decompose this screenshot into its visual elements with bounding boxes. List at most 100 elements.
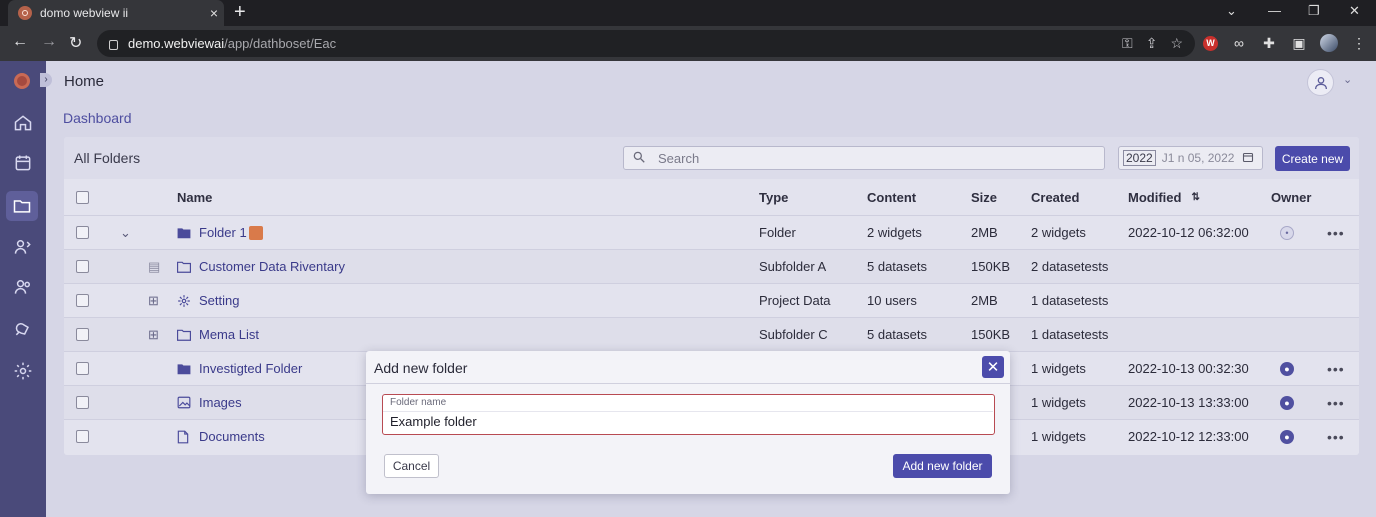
minimize-icon[interactable]: — <box>1268 3 1281 18</box>
more-actions-icon[interactable]: ••• <box>1327 216 1345 249</box>
row-checkbox[interactable] <box>76 328 89 341</box>
dialog-header: Add new folder ✕ <box>366 351 1010 384</box>
expand-icon[interactable]: ⊞ <box>148 284 159 317</box>
header-type[interactable]: Type <box>759 179 788 215</box>
row-name[interactable]: Documents <box>199 429 265 444</box>
table-row[interactable]: ⊞ Setting Project Data 10 users 2MB 1 da… <box>64 283 1359 317</box>
browser-toolbar: ← → ↻ demo.webviewai/app/dathboset/Eac ⚿… <box>0 26 1376 61</box>
row-modified: 2022-10-13 13:33:00 <box>1128 395 1249 410</box>
user-share-icon[interactable] <box>11 235 35 259</box>
row-created: 2 widgets <box>1031 225 1086 240</box>
app-sidebar: › <box>0 61 52 517</box>
users-icon[interactable] <box>11 275 35 299</box>
url-host: demo.webviewai <box>128 36 225 51</box>
reload-icon[interactable]: ↻ <box>69 33 82 53</box>
owner-avatar[interactable]: ● <box>1280 361 1294 376</box>
search-placeholder: Search <box>658 150 700 166</box>
row-checkbox[interactable] <box>76 362 89 375</box>
extension-red-icon[interactable]: W <box>1203 35 1218 51</box>
header-content[interactable]: Content <box>867 179 916 215</box>
more-actions-icon[interactable]: ••• <box>1327 420 1345 453</box>
restore-icon[interactable]: ❐ <box>1308 3 1320 19</box>
key-icon[interactable]: ⚿ <box>1122 35 1133 52</box>
row-name[interactable]: Images <box>199 395 242 410</box>
folder-nav-icon[interactable] <box>6 191 38 221</box>
date-year: 2022 <box>1123 150 1156 166</box>
row-name[interactable]: Mema List <box>199 327 259 342</box>
table-row[interactable]: ▤ Customer Data Riventary Subfolder A 5 … <box>64 249 1359 283</box>
row-name[interactable]: Setting <box>199 293 239 308</box>
field-divider <box>383 411 993 412</box>
new-tab-button[interactable]: + <box>234 2 246 22</box>
address-bar[interactable]: demo.webviewai/app/dathboset/Eac ⚿ ⇪ ☆ <box>97 30 1195 57</box>
header-modified[interactable]: Modified ⇅ <box>1128 179 1200 215</box>
tab-close-icon[interactable]: × <box>204 5 224 21</box>
row-size: 150KB <box>971 259 1011 274</box>
page-title: Home <box>64 73 105 90</box>
url-path: /app/dathboset/Eac <box>224 36 337 51</box>
calendar-icon[interactable] <box>11 151 35 175</box>
close-window-icon[interactable]: ✕ <box>1349 3 1360 19</box>
owner-avatar[interactable]: ● <box>1280 395 1294 410</box>
puzzle-icon[interactable]: ✚ <box>1260 34 1278 52</box>
breadcrumb[interactable]: Dashboard <box>63 110 132 126</box>
row-checkbox[interactable] <box>76 396 89 409</box>
row-content: 10 users <box>867 293 917 308</box>
profile-avatar[interactable] <box>1320 34 1338 52</box>
header-name[interactable]: Name <box>177 179 212 215</box>
home-icon[interactable] <box>11 111 35 135</box>
row-modified: 2022-10-13 00:32:30 <box>1128 361 1249 376</box>
close-icon[interactable]: ✕ <box>982 356 1004 378</box>
expand-icon[interactable]: ⊞ <box>148 318 159 351</box>
row-created: 1 widgets <box>1031 395 1086 410</box>
share-icon[interactable]: ⇪ <box>1146 35 1158 52</box>
folder-name-input[interactable] <box>390 414 985 429</box>
forward-icon[interactable]: → <box>41 33 57 51</box>
row-checkbox[interactable] <box>76 430 89 443</box>
more-actions-icon[interactable]: ••• <box>1327 352 1345 385</box>
add-new-folder-button[interactable]: Add new folder <box>893 454 992 478</box>
search-input[interactable]: Search <box>623 146 1105 170</box>
row-checkbox[interactable] <box>76 260 89 273</box>
chevron-down-icon[interactable]: ⌄ <box>1343 73 1352 86</box>
integrations-icon[interactable] <box>11 317 35 341</box>
table-row[interactable]: ⊞ Mema List Subfolder C 5 datasets 150KB… <box>64 317 1359 351</box>
row-created: 1 widgets <box>1031 361 1086 376</box>
row-checkbox[interactable] <box>76 226 89 239</box>
row-name[interactable]: Folder 1 <box>199 225 247 240</box>
row-type: Subfolder C <box>759 327 828 342</box>
back-icon[interactable]: ← <box>12 33 28 51</box>
header-size[interactable]: Size <box>971 179 997 215</box>
card-title: All Folders <box>74 150 141 166</box>
browser-tab-bar: domo webview ii × + ⌄ — ❐ ✕ <box>0 0 1376 26</box>
row-name[interactable]: Investigted Folder <box>199 361 302 376</box>
image-icon <box>177 396 193 409</box>
gear-icon <box>177 294 193 308</box>
settings-gear-icon[interactable] <box>11 359 35 383</box>
table-row[interactable]: ⌄ Folder 1 Folder 2 widgets 2MB 2 widget… <box>64 215 1359 249</box>
tab-search-icon[interactable]: ⌄ <box>1226 3 1237 19</box>
row-created: 1 datasetests <box>1031 327 1109 342</box>
owner-avatar[interactable]: • <box>1280 225 1294 240</box>
row-created: 1 widgets <box>1031 429 1086 444</box>
user-menu-button[interactable] <box>1307 69 1334 96</box>
header-created[interactable]: Created <box>1031 179 1079 215</box>
sort-icon[interactable]: ⇅ <box>1191 192 1199 203</box>
owner-avatar[interactable]: ● <box>1280 429 1294 444</box>
extension-link-icon[interactable]: ∞ <box>1230 34 1248 52</box>
row-name[interactable]: Customer Data Riventary <box>199 259 345 274</box>
select-all-checkbox[interactable] <box>76 190 89 204</box>
create-new-button[interactable]: Create new <box>1275 146 1350 171</box>
row-checkbox[interactable] <box>76 294 89 307</box>
folder-name-field[interactable]: Folder name <box>382 394 995 435</box>
more-actions-icon[interactable]: ••• <box>1327 386 1345 419</box>
kebab-menu-icon[interactable]: ⋮ <box>1350 34 1368 52</box>
date-picker[interactable]: 2022 J1 n 05, 2022 <box>1118 146 1263 170</box>
browser-tab[interactable]: domo webview ii × <box>8 0 224 26</box>
sidepanel-icon[interactable]: ▣ <box>1290 34 1308 52</box>
calendar-small-icon[interactable] <box>1242 151 1254 166</box>
chevron-down-icon[interactable]: ⌄ <box>120 216 131 249</box>
row-modified: 2022-10-12 06:32:00 <box>1128 225 1249 240</box>
star-icon[interactable]: ☆ <box>1170 35 1183 52</box>
cancel-button[interactable]: Cancel <box>384 454 439 478</box>
